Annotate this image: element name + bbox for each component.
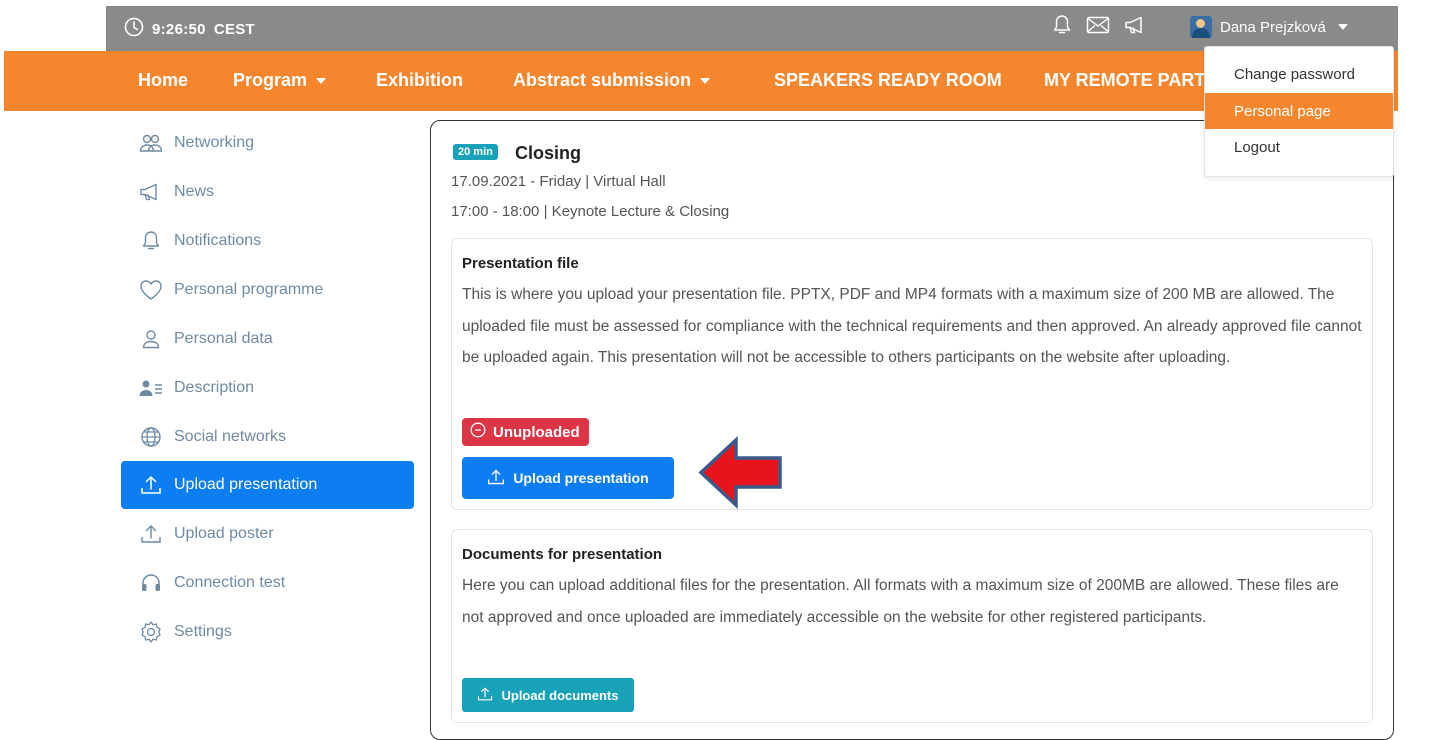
chevron-down-icon xyxy=(700,78,711,85)
sidebar-item-personal-data[interactable]: Personal data xyxy=(121,314,414,363)
heart-icon xyxy=(138,279,164,301)
sidebar-item-description[interactable]: Description xyxy=(121,363,414,412)
megaphone-icon xyxy=(138,182,164,202)
upload-icon xyxy=(477,686,493,705)
sidebar-item-label: Networking xyxy=(174,133,255,151)
sidebar-item-networking[interactable]: Networking xyxy=(121,118,414,167)
upload-icon xyxy=(487,468,505,489)
top-bar: 9:26:50 CEST Dana Prejzková xyxy=(106,6,1398,51)
nav-item-label: Program xyxy=(233,70,308,90)
sidebar-item-label: Upload poster xyxy=(174,524,274,542)
chevron-down-icon xyxy=(1337,24,1348,30)
sidebar-item-label: Personal data xyxy=(174,329,273,347)
upload-icon xyxy=(138,523,164,545)
gear-icon xyxy=(138,620,164,644)
nav-item-label: Exhibition xyxy=(376,70,463,90)
sidebar: Networking News Notifications Personal p… xyxy=(121,118,414,656)
session-card: 20 min Closing 17.09.2021 - Friday | Vir… xyxy=(430,120,1394,740)
envelope-icon[interactable] xyxy=(1086,16,1110,34)
bell-icon xyxy=(138,230,164,252)
sidebar-item-label: Personal programme xyxy=(174,280,324,298)
menu-item-logout[interactable]: Logout xyxy=(1205,129,1393,165)
documents-description: Here you can upload additional files for… xyxy=(462,577,1339,626)
clock-timezone: CEST xyxy=(213,20,256,38)
user-dropdown-menu: Change password Personal page Logout xyxy=(1204,46,1394,177)
presentation-file-panel: Presentation file This is where you uplo… xyxy=(451,238,1373,510)
status-badge: Unuploaded xyxy=(462,418,589,446)
upload-documents-button[interactable]: Upload documents xyxy=(462,678,634,712)
megaphone-icon[interactable] xyxy=(1124,15,1148,35)
upload-presentation-button[interactable]: Upload presentation xyxy=(462,457,674,499)
user-name: Dana Prejzková xyxy=(1220,18,1326,36)
nav-item-abstract-submission[interactable]: Abstract submission xyxy=(513,70,711,91)
upload-documents-button-label: Upload documents xyxy=(501,687,619,703)
clock-icon xyxy=(124,17,144,41)
bell-icon[interactable] xyxy=(1052,14,1072,36)
sidebar-item-connection-test[interactable]: Connection test xyxy=(121,558,414,607)
presentation-file-heading: Presentation file xyxy=(462,255,579,272)
nav-item-my-remote-part[interactable]: MY REMOTE PART xyxy=(1044,70,1205,91)
sidebar-item-settings[interactable]: Settings xyxy=(121,607,414,656)
sidebar-item-label: Description xyxy=(174,378,255,396)
status-badge-label: Unuploaded xyxy=(493,423,580,441)
sidebar-item-social-networks[interactable]: Social networks xyxy=(121,412,414,461)
sidebar-item-upload-poster[interactable]: Upload poster xyxy=(121,509,414,558)
clock-time: 9:26:50 xyxy=(152,20,206,38)
session-title: Closing xyxy=(515,143,581,163)
sidebar-item-personal-programme[interactable]: Personal programme xyxy=(121,265,414,314)
presentation-file-description: This is where you upload your presentati… xyxy=(462,286,1362,366)
menu-item-personal-page[interactable]: Personal page xyxy=(1205,93,1393,129)
sidebar-item-notifications[interactable]: Notifications xyxy=(121,216,414,265)
documents-heading: Documents for presentation xyxy=(462,546,663,563)
people-icon xyxy=(138,133,164,153)
chevron-down-icon xyxy=(316,78,327,85)
session-date-line: 17.09.2021 - Friday | Virtual Hall xyxy=(451,173,666,190)
duration-badge: 20 min xyxy=(453,144,498,160)
nav-item-exhibition[interactable]: Exhibition xyxy=(376,70,463,91)
sidebar-item-label: Upload presentation xyxy=(174,476,318,493)
avatar xyxy=(1190,16,1212,38)
sidebar-item-label: Connection test xyxy=(174,573,286,591)
person-icon xyxy=(138,329,164,349)
sidebar-item-news[interactable]: News xyxy=(121,167,414,216)
user-menu-toggle[interactable]: Dana Prejzková xyxy=(1190,16,1348,38)
nav-item-label: SPEAKERS READY ROOM xyxy=(774,70,1002,90)
nav-item-home[interactable]: Home xyxy=(138,70,188,91)
nav-item-label: Abstract submission xyxy=(513,70,692,90)
globe-icon xyxy=(138,426,164,448)
person-list-icon xyxy=(138,379,164,397)
headphones-icon xyxy=(138,572,164,594)
upload-presentation-button-label: Upload presentation xyxy=(513,470,649,486)
main-nav: Home Program Exhibition Abstract submiss… xyxy=(4,51,1398,111)
nav-item-speakers-ready-room[interactable]: SPEAKERS READY ROOM xyxy=(774,70,1002,91)
sidebar-item-upload-presentation[interactable]: Upload presentation xyxy=(121,461,414,509)
upload-icon xyxy=(138,474,164,496)
sidebar-item-label: Social networks xyxy=(174,427,287,445)
sidebar-item-label: News xyxy=(174,182,215,200)
nav-item-label: MY REMOTE PART xyxy=(1044,70,1206,90)
nav-item-label: Home xyxy=(138,70,189,90)
minus-circle-icon xyxy=(470,422,486,442)
session-time-line: 17:00 - 18:00 | Keynote Lecture & Closin… xyxy=(451,203,730,220)
menu-item-label: Change password xyxy=(1234,65,1355,83)
red-arrow-annotation xyxy=(696,435,786,515)
top-icons xyxy=(1052,14,1148,36)
clock: 9:26:50 CEST xyxy=(124,17,255,41)
menu-item-label: Logout xyxy=(1234,138,1280,156)
sidebar-item-label: Settings xyxy=(174,622,232,640)
menu-item-label: Personal page xyxy=(1234,102,1331,120)
sidebar-item-label: Notifications xyxy=(174,231,262,249)
menu-item-change-password[interactable]: Change password xyxy=(1205,56,1393,92)
nav-item-program[interactable]: Program xyxy=(233,70,327,91)
documents-panel: Documents for presentation Here you can … xyxy=(451,529,1373,723)
